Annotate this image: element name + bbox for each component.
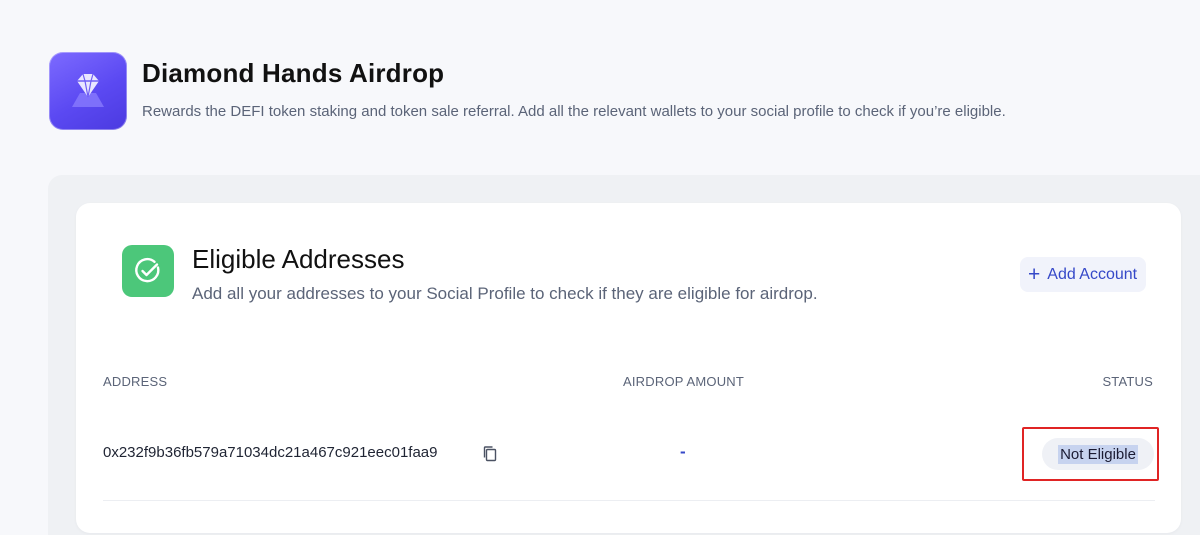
page-subtitle: Rewards the DEFI token staking and token… bbox=[142, 103, 1006, 120]
add-account-button[interactable]: + Add Account bbox=[1020, 257, 1147, 292]
wallet-address: 0x232f9b36fb579a71034dc21a467c921eec01fa… bbox=[103, 444, 438, 461]
row-divider bbox=[103, 500, 1155, 501]
section-subtitle: Add all your addresses to your Social Pr… bbox=[192, 284, 818, 303]
page-title: Diamond Hands Airdrop bbox=[142, 58, 445, 88]
column-header-address: ADDRESS bbox=[103, 374, 168, 389]
section-title: Eligible Addresses bbox=[192, 244, 405, 274]
airdrop-amount: - bbox=[680, 442, 686, 461]
copy-icon[interactable] bbox=[481, 445, 499, 463]
status-highlight-box bbox=[1022, 427, 1159, 481]
diamond-icon bbox=[72, 73, 104, 107]
column-header-status: STATUS bbox=[1102, 374, 1153, 389]
column-header-airdrop-amount: AIRDROP AMOUNT bbox=[623, 374, 745, 389]
check-circle-icon bbox=[122, 245, 174, 297]
plus-icon: + bbox=[1028, 263, 1041, 286]
add-account-label: Add Account bbox=[1047, 265, 1138, 283]
diamond-hands-icon bbox=[49, 52, 127, 130]
